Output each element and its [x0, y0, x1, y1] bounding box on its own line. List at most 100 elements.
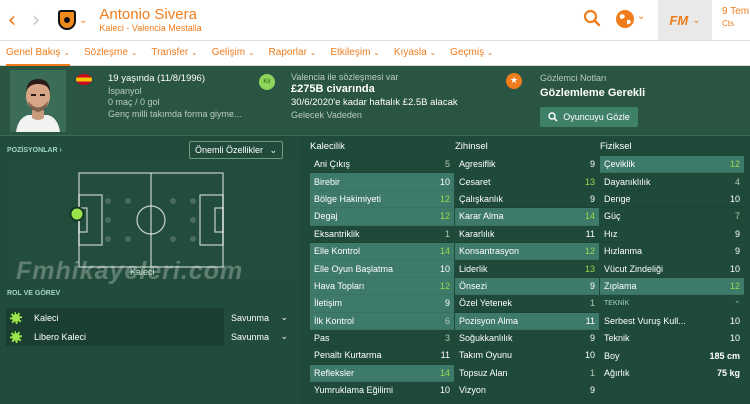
- back-arrow-icon[interactable]: ‹: [0, 0, 24, 40]
- scout-player-button[interactable]: Oyuncuyu Gözle: [540, 107, 638, 127]
- attribute-row[interactable]: Liderlik 13: [455, 260, 599, 278]
- technical-label: TEKNİK: [604, 300, 630, 308]
- chevron-down-icon: ⌄: [269, 144, 277, 155]
- menu-item[interactable]: Raporlar ⌄: [269, 40, 317, 66]
- date-box[interactable]: 9 Tem Cts: [722, 6, 750, 28]
- spain-flag-icon: [76, 74, 92, 85]
- attribute-name: Vizyon: [459, 385, 486, 396]
- attribute-name: Ani Çıkış: [314, 159, 351, 170]
- menu-item[interactable]: Etkileşim ⌄: [330, 40, 380, 66]
- column-header: Kalecilik: [310, 141, 345, 152]
- attribute-row[interactable]: Takım Oyunu 10: [455, 347, 599, 365]
- attribute-value: 10: [439, 176, 450, 187]
- attribute-row[interactable]: Hız 9: [600, 226, 744, 243]
- attribute-row[interactable]: Teknik 10: [600, 330, 744, 348]
- menu-item[interactable]: Genel Bakış ⌄: [6, 40, 70, 66]
- attribute-row[interactable]: Topsuz Alan 1: [455, 365, 599, 383]
- attribute-name: Eksantriklik: [314, 228, 360, 239]
- attribute-row[interactable]: Agresiflik 9: [455, 156, 599, 174]
- duty-select[interactable]: Savunma ⌄: [224, 327, 294, 346]
- positions-header[interactable]: POZİSYONLAR ›: [7, 147, 62, 154]
- attribute-row[interactable]: Çalışkanlık 9: [455, 191, 599, 209]
- attribute-row[interactable]: Bölge Hakimiyeti 12: [310, 190, 454, 209]
- attribute-row[interactable]: Denge 10: [600, 191, 744, 209]
- attribute-row[interactable]: Vücut Zindeliği 10: [600, 260, 744, 278]
- menu-item[interactable]: Transfer ⌄: [151, 40, 197, 66]
- attribute-row[interactable]: Refleksler 14: [310, 364, 454, 383]
- attribute-row[interactable]: Birebir 10: [310, 173, 454, 191]
- attribute-row[interactable]: Karar Alma 14: [455, 208, 599, 226]
- attribute-row[interactable]: Özel Yetenek 1: [455, 295, 599, 313]
- attribute-name: Denge: [604, 193, 631, 204]
- player-age: 19 yaşında (11/8/1996): [108, 73, 206, 84]
- globe-icon[interactable]: [615, 9, 635, 29]
- attribute-row[interactable]: İlk Kontrol 6: [310, 312, 454, 330]
- attribute-row[interactable]: Hızlanma 9: [600, 243, 744, 261]
- attribute-value: 9: [589, 385, 595, 396]
- star-icon: ★: [506, 73, 522, 89]
- forward-arrow-icon[interactable]: ›: [24, 0, 48, 40]
- attribute-value: 9: [444, 298, 450, 309]
- attribute-row[interactable]: Konsantrasyon 12: [455, 242, 599, 261]
- attribute-row[interactable]: Elle Oyun Başlatma 10: [310, 260, 454, 278]
- position-label: Kaleci: [130, 267, 155, 277]
- attribute-row[interactable]: Vizyon 9: [455, 382, 599, 400]
- attribute-row[interactable]: Degaj 12: [310, 208, 454, 226]
- attribute-value: 10: [729, 193, 740, 204]
- info-value: 75 kg: [716, 368, 740, 379]
- duty-select[interactable]: Savunma ⌄: [224, 308, 294, 327]
- attribute-row[interactable]: Yumruklama Eğilimi 10: [310, 382, 454, 400]
- attribute-value: 10: [729, 315, 740, 326]
- attribute-row[interactable]: İletişim 9: [310, 295, 454, 313]
- scout-notes-value: Gözlemleme Gerekli: [540, 87, 646, 99]
- attribute-value: 4: [734, 176, 740, 187]
- attribute-value: 12: [729, 159, 740, 170]
- attribute-row[interactable]: Cesaret 13: [455, 173, 599, 191]
- menu-item-label: Genel Bakış: [6, 47, 61, 58]
- player-subtitle[interactable]: Kaleci - Valencia Mestalla: [99, 23, 201, 34]
- attribute-value: 13: [584, 176, 595, 187]
- attribute-row[interactable]: Hava Topları 12: [310, 277, 454, 296]
- attribute-row[interactable]: Soğukkanlılık 9: [455, 330, 599, 348]
- role-row[interactable]: Libero Kaleci Savunma ⌄: [6, 327, 294, 346]
- attribute-row[interactable]: Penaltı Kurtarma 11: [310, 347, 454, 365]
- fm-logo-icon: FM: [669, 12, 689, 28]
- technical-header: TEKNİK ⌃: [600, 295, 744, 312]
- attribute-name: Hızlanma: [604, 246, 643, 257]
- attribute-row[interactable]: Ani Çıkış 5: [310, 156, 454, 174]
- fm-menu-button[interactable]: FM ⌄: [658, 0, 712, 40]
- attribute-value: 11: [440, 350, 450, 361]
- attribute-row[interactable]: Eksantriklik 1: [310, 226, 454, 243]
- player-nationality[interactable]: İspanyol: [108, 86, 142, 96]
- role-row[interactable]: Kaleci Savunma ⌄: [6, 308, 294, 327]
- attribute-row[interactable]: Kararlılık 11: [455, 226, 599, 243]
- attribute-row[interactable]: Dayanıklılık 4: [600, 173, 744, 191]
- attribute-view-select[interactable]: Önemli Özellikler ⌄: [189, 141, 283, 159]
- chevron-down-icon: ⌄: [247, 48, 255, 57]
- attribute-row[interactable]: Pozisyon Alma 11: [455, 312, 599, 330]
- attribute-row[interactable]: Çeviklik 12: [600, 156, 744, 174]
- attribute-row[interactable]: Serbest Vuruş Kull... 10: [600, 313, 744, 330]
- menu-item[interactable]: Sözleşme ⌄: [84, 40, 137, 66]
- search-icon[interactable]: [583, 9, 601, 27]
- attribute-value: 14: [439, 367, 450, 378]
- chevron-up-icon[interactable]: ⌃: [734, 300, 740, 308]
- attribute-value: 9: [589, 193, 595, 204]
- info-name: Ağırlık: [604, 368, 630, 379]
- contract-future: Gelecek Vadeden: [291, 110, 362, 120]
- menu-item[interactable]: Geçmiş ⌄: [450, 40, 493, 66]
- attribute-row[interactable]: Pas 3: [310, 330, 454, 348]
- menu-item-label: Raporlar: [268, 47, 307, 58]
- attribute-row[interactable]: Önsezi 9: [455, 277, 599, 296]
- attribute-row[interactable]: Zıplama 12: [600, 277, 744, 296]
- attribute-row[interactable]: Elle Kontrol 14: [310, 242, 454, 261]
- attribute-value: 10: [439, 263, 450, 274]
- attribute-row[interactable]: Güç 7: [600, 208, 744, 226]
- attribute-name: Karar Alma: [459, 211, 504, 222]
- menu-item[interactable]: Kıyasla ⌄: [394, 40, 436, 66]
- attribute-value: 12: [439, 280, 450, 291]
- globe-chevron-icon[interactable]: ⌄: [637, 11, 645, 22]
- menu-item[interactable]: Gelişim ⌄: [212, 40, 255, 66]
- chevron-down-icon[interactable]: ⌄: [79, 15, 87, 26]
- club-badge-icon[interactable]: [58, 10, 76, 30]
